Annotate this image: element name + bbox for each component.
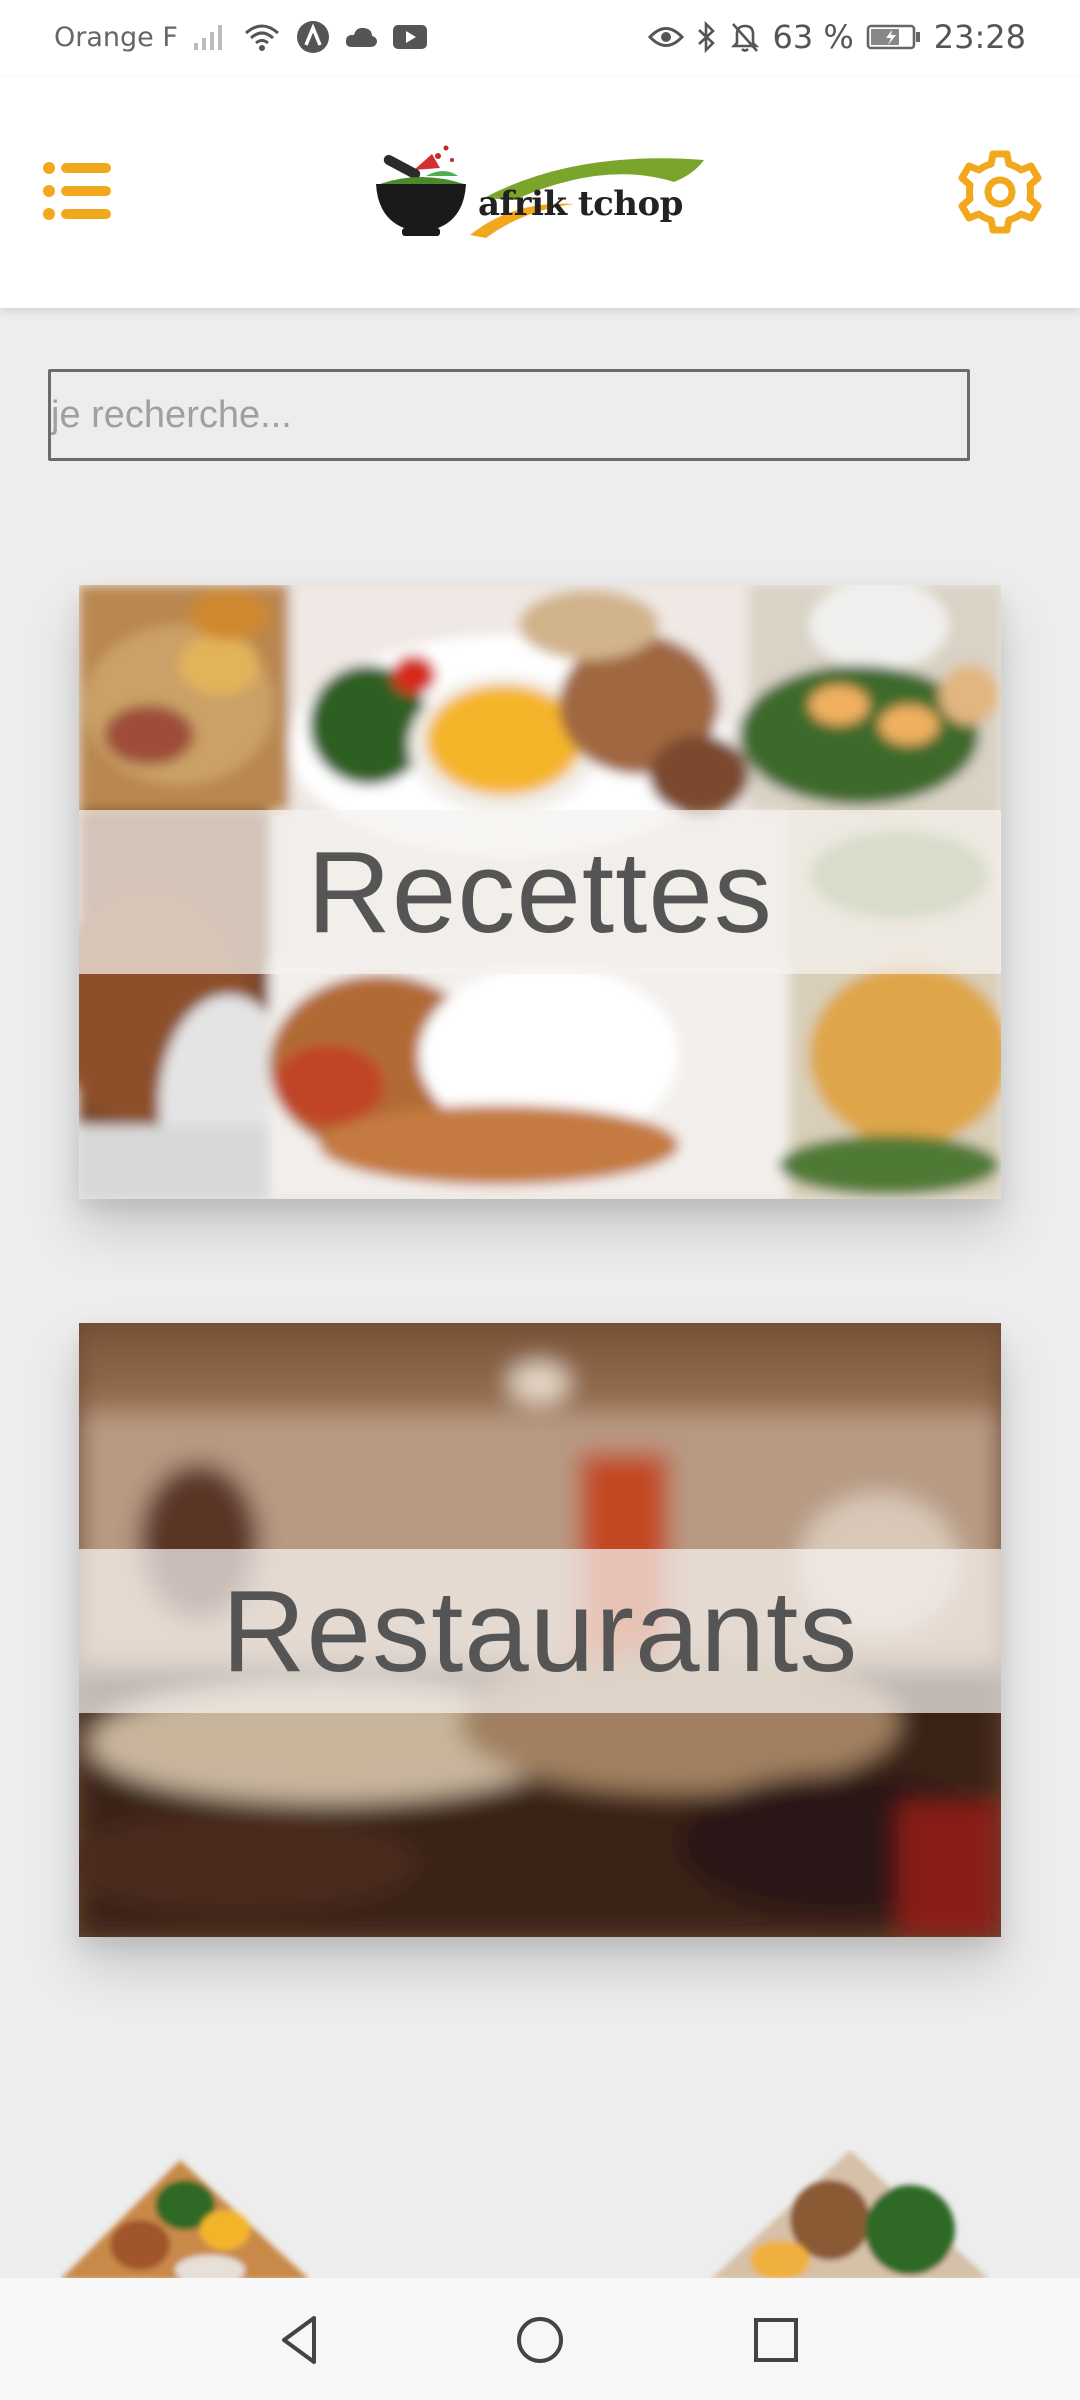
wifi-icon <box>242 21 282 53</box>
app-a-icon <box>296 20 330 54</box>
signal-icon <box>192 23 228 51</box>
recettes-title-band: Recettes <box>79 810 1001 974</box>
recettes-title: Recettes <box>307 827 773 957</box>
status-right: 63 % 23:28 <box>648 18 1026 56</box>
carrier-label: Orange F <box>54 21 178 53</box>
bell-off-icon <box>730 21 760 53</box>
list-menu-icon <box>43 162 111 220</box>
restaurants-title: Restaurants <box>221 1566 859 1696</box>
app-header: afrik tchop <box>0 78 1080 308</box>
restaurants-card[interactable]: Restaurants <box>79 1323 1001 1937</box>
food-preview-right-image <box>710 2150 990 2280</box>
recents-button[interactable] <box>744 2308 808 2372</box>
settings-button[interactable] <box>954 146 1046 238</box>
eye-icon <box>648 24 685 50</box>
recents-icon <box>754 2318 798 2362</box>
food-preview-left-image <box>60 2160 310 2280</box>
status-bar: Orange F 63 % 23:28 <box>0 0 1080 78</box>
clock: 23:28 <box>933 18 1026 56</box>
home-button[interactable] <box>508 2308 572 2372</box>
search-input[interactable] <box>48 369 970 461</box>
bluetooth-icon <box>696 21 718 53</box>
restaurants-title-band: Restaurants <box>79 1549 1001 1713</box>
battery-percent: 63 % <box>772 18 854 56</box>
recettes-card[interactable]: Recettes <box>79 585 1001 1199</box>
home-icon <box>517 2317 563 2363</box>
app-logo: afrik tchop <box>374 140 714 250</box>
status-left: Orange F <box>54 20 428 54</box>
back-button[interactable] <box>270 2308 334 2372</box>
gear-icon <box>958 150 1042 234</box>
battery-icon <box>866 23 922 51</box>
menu-button[interactable] <box>36 153 116 233</box>
logo-text: afrik tchop <box>478 184 683 224</box>
back-icon <box>282 2316 316 2364</box>
cloud-icon <box>344 25 378 49</box>
system-nav-bar <box>0 2278 1080 2400</box>
youtube-icon <box>392 24 428 50</box>
